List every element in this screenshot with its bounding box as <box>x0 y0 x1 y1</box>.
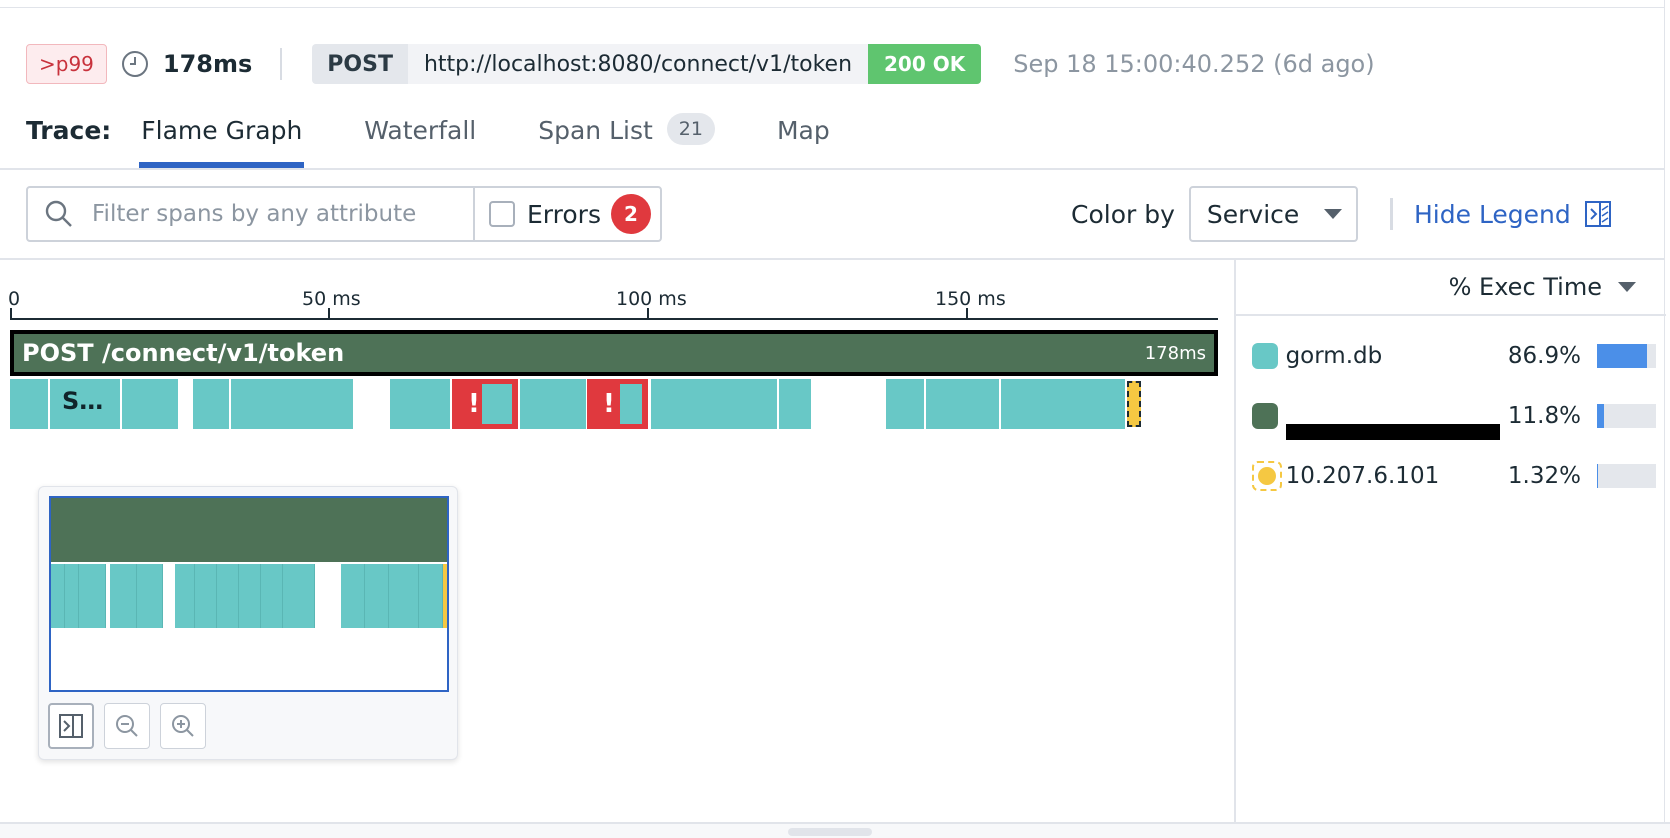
zoom-out-icon <box>116 715 138 737</box>
legend-service-name: gorm.db <box>1285 343 1383 369</box>
span-label: S… <box>62 387 104 415</box>
tab-span-list[interactable]: Span List 21 <box>538 113 715 168</box>
db-span[interactable] <box>886 379 924 429</box>
status-badge: 200 OK <box>868 44 982 84</box>
minimap-controls <box>48 703 216 749</box>
flame-minimap[interactable] <box>38 486 458 760</box>
minimap-root-span <box>51 498 447 562</box>
root-span-duration: 178ms <box>1144 342 1206 364</box>
root-span[interactable]: POST /connect/v1/token 178ms <box>10 330 1218 376</box>
ip-span[interactable] <box>1127 381 1141 427</box>
tab-flame-graph[interactable]: Flame Graph <box>139 116 305 168</box>
root-span-name: POST /connect/v1/token <box>22 339 345 367</box>
error-icon: ! <box>603 389 615 419</box>
span-filter: Errors 2 <box>26 186 662 242</box>
trace-timestamp: Sep 18 15:00:40.252 (6d ago) <box>1013 50 1375 78</box>
collapse-panel-icon <box>1584 201 1611 227</box>
legend-panel: % Exec Time gorm.db 86.9% 11.8% 10.207.6… <box>1234 260 1666 823</box>
tab-waterfall[interactable]: Waterfall <box>364 116 476 168</box>
legend-bar <box>1596 464 1656 488</box>
legend-item[interactable]: 11.8% <box>1252 396 1656 440</box>
legend-swatch <box>1252 403 1278 429</box>
legend-swatch <box>1252 461 1282 491</box>
redaction-bar <box>1285 424 1500 440</box>
resize-bar[interactable] <box>0 822 1670 838</box>
tab-map[interactable]: Map <box>777 116 830 168</box>
tab-label: Span List <box>538 116 653 145</box>
db-span[interactable] <box>193 379 229 429</box>
search-icon <box>45 200 72 227</box>
db-span[interactable] <box>10 379 48 429</box>
db-span[interactable] <box>1001 379 1125 429</box>
legend-bar <box>1596 404 1656 428</box>
db-span[interactable] <box>651 379 777 429</box>
flame-graph: 0 50 ms 100 ms 150 ms POST /connect/v1/t… <box>0 260 1234 823</box>
error-span[interactable]: ! <box>587 379 648 429</box>
db-span[interactable]: S… <box>50 379 120 429</box>
color-by-control: Color by Service <box>1071 186 1358 242</box>
db-span[interactable] <box>390 379 450 429</box>
axis-tick-label: 0 <box>8 288 21 310</box>
legend-bar <box>1596 344 1656 368</box>
toolbar-divider <box>1390 198 1393 230</box>
toggle-minimap-button[interactable] <box>48 703 94 749</box>
legend-item[interactable]: gorm.db 86.9% <box>1252 336 1656 376</box>
span-count-badge: 21 <box>666 113 715 145</box>
http-method: POST <box>312 44 408 84</box>
trace-duration: 178ms <box>162 50 253 78</box>
errors-count-badge: 2 <box>610 194 651 234</box>
child-spans-row: S… ! ! <box>0 379 1234 429</box>
color-by-select[interactable]: Service <box>1188 186 1358 242</box>
error-span[interactable]: ! <box>452 379 518 429</box>
errors-label: Errors <box>527 199 601 229</box>
legend-swatch <box>1252 343 1278 369</box>
legend-percentage: 1.32% <box>1507 463 1581 489</box>
legend-item[interactable]: 10.207.6.101 1.32% <box>1252 456 1656 496</box>
minimap-child-row <box>51 564 447 628</box>
axis-tick-label: 100 ms <box>616 288 687 310</box>
tab-label: Map <box>776 116 830 145</box>
color-by-label: Color by <box>1071 199 1175 229</box>
axis-tick-label: 150 ms <box>935 288 1006 310</box>
percentile-badge: >p99 <box>26 44 107 84</box>
trace-label: Trace: <box>26 116 112 145</box>
header-divider <box>280 48 283 80</box>
db-span[interactable] <box>779 379 811 429</box>
tab-label: Flame Graph <box>141 116 303 145</box>
tab-label: Waterfall <box>364 116 477 145</box>
zoom-out-button[interactable] <box>104 703 150 749</box>
request-url[interactable]: http://localhost:8080/connect/v1/token <box>407 44 869 84</box>
color-by-value: Service <box>1206 199 1300 229</box>
minimap-viewport[interactable] <box>49 496 449 692</box>
db-span[interactable] <box>231 379 353 429</box>
divider <box>0 168 1665 170</box>
legend-percentage: 11.8% <box>1507 403 1581 429</box>
chevron-down-icon <box>1618 282 1636 292</box>
legend-service-name: 10.207.6.101 <box>1285 463 1440 489</box>
legend-sort-label: % Exec Time <box>1448 273 1602 301</box>
db-span[interactable] <box>926 379 999 429</box>
resize-handle[interactable] <box>788 828 872 836</box>
db-span[interactable] <box>520 379 586 429</box>
errors-toggle[interactable]: Errors 2 <box>475 188 660 240</box>
zoom-in-icon <box>172 715 194 737</box>
trace-header: >p99 178ms POST http://localhost:8080/co… <box>26 44 1375 84</box>
search-box <box>28 188 475 240</box>
axis-tick-label: 50 ms <box>302 288 361 310</box>
error-icon: ! <box>468 389 480 419</box>
time-axis: 0 50 ms 100 ms 150 ms <box>8 288 1218 320</box>
collapse-panel-icon <box>59 714 83 738</box>
db-span[interactable] <box>122 379 178 429</box>
hide-legend-button[interactable]: Hide Legend <box>1414 196 1611 232</box>
zoom-in-button[interactable] <box>160 703 206 749</box>
search-input[interactable] <box>92 201 452 227</box>
clock-icon <box>121 51 148 77</box>
legend-percentage: 86.9% <box>1507 343 1581 369</box>
legend-sort-header[interactable]: % Exec Time <box>1236 260 1666 316</box>
trace-tabs: Trace: Flame Graph Waterfall Span List 21… <box>26 112 892 168</box>
chevron-down-icon <box>1323 209 1342 219</box>
errors-checkbox[interactable] <box>489 201 515 227</box>
hide-legend-label: Hide Legend <box>1414 199 1571 229</box>
